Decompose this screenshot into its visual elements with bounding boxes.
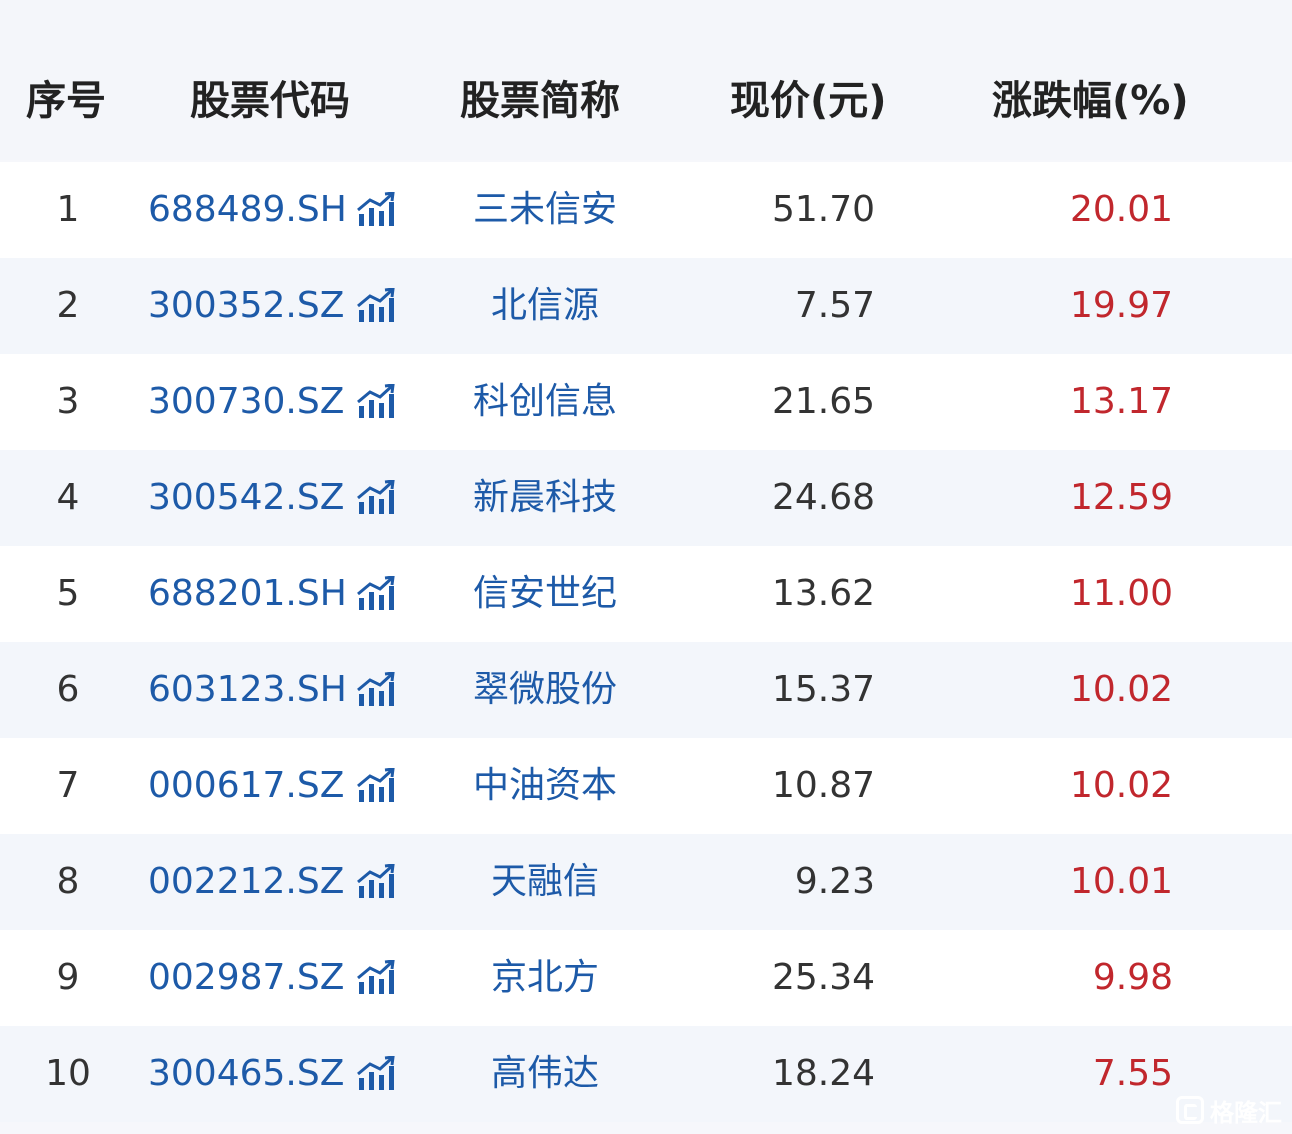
stock-name-link[interactable]: 新晨科技 xyxy=(440,450,650,546)
stock-code-link[interactable]: 300730.SZ xyxy=(148,354,348,450)
stock-change-pct: 13.17 xyxy=(1069,381,1173,422)
stock-chart-icon[interactable] xyxy=(356,162,404,258)
stock-name-link[interactable]: 科创信息 xyxy=(440,354,650,450)
row-index: 4 xyxy=(56,477,80,518)
stock-price: 15.37 xyxy=(771,669,875,710)
stock-change-pct: 7.55 xyxy=(1092,1053,1173,1094)
stock-code-link[interactable]: 002987.SZ xyxy=(148,930,348,1026)
table-row[interactable]: 10 300465.SZ 高伟达 18.24 7.55 xyxy=(0,1026,1292,1122)
row-index: 6 xyxy=(56,669,80,710)
row-index: 3 xyxy=(56,381,80,422)
stock-price: 7.57 xyxy=(794,285,875,326)
stock-code-link[interactable]: 300352.SZ xyxy=(148,258,348,354)
stock-price: 24.68 xyxy=(771,477,875,518)
table-row[interactable]: 3 300730.SZ 科创信息 21.65 13.17 xyxy=(0,354,1292,450)
stock-name-link[interactable]: 北信源 xyxy=(440,258,650,354)
stock-name-link[interactable]: 翠微股份 xyxy=(440,642,650,738)
row-index: 2 xyxy=(56,285,80,326)
stock-code-link[interactable]: 603123.SH xyxy=(148,642,348,738)
stock-price: 51.70 xyxy=(771,189,875,230)
stock-code-link[interactable]: 000617.SZ xyxy=(148,738,348,834)
stock-chart-icon[interactable] xyxy=(356,738,404,834)
watermark: 格隆汇 xyxy=(1176,1092,1282,1128)
stock-change-pct: 20.01 xyxy=(1069,189,1173,230)
stock-change-pct: 10.01 xyxy=(1069,861,1173,902)
header-stock-code: 股票代码 xyxy=(190,78,350,124)
watermark-text: 格隆汇 xyxy=(1210,1098,1282,1127)
table-header: 序号 股票代码 股票简称 现价(元) 涨跌幅(%) xyxy=(0,0,1292,160)
row-index: 9 xyxy=(56,957,80,998)
header-stock-name: 股票简称 xyxy=(460,78,620,124)
table-row[interactable]: 7 000617.SZ 中油资本 10.87 10.02 xyxy=(0,738,1292,834)
stock-code-link[interactable]: 300542.SZ xyxy=(148,450,348,546)
stock-code-link[interactable]: 688489.SH xyxy=(148,162,348,258)
stock-table: 序号 股票代码 股票简称 现价(元) 涨跌幅(%) 1 688489.SH 三未信安… xyxy=(0,0,1292,1122)
stock-name-link[interactable]: 高伟达 xyxy=(440,1026,650,1122)
stock-name-link[interactable]: 三未信安 xyxy=(440,162,650,258)
table-row[interactable]: 2 300352.SZ 北信源 7.57 19.97 xyxy=(0,258,1292,354)
gelonghui-logo-icon xyxy=(1176,1096,1204,1124)
stock-price: 21.65 xyxy=(771,381,875,422)
stock-change-pct: 10.02 xyxy=(1069,765,1173,806)
stock-name-link[interactable]: 天融信 xyxy=(440,834,650,930)
stock-chart-icon[interactable] xyxy=(356,834,404,930)
row-index: 10 xyxy=(45,1053,91,1094)
header-change-pct: 涨跌幅(%) xyxy=(992,78,1189,124)
stock-price: 10.87 xyxy=(771,765,875,806)
stock-chart-icon[interactable] xyxy=(356,354,404,450)
stock-name-link[interactable]: 京北方 xyxy=(440,930,650,1026)
stock-chart-icon[interactable] xyxy=(356,642,404,738)
stock-code-link[interactable]: 002212.SZ xyxy=(148,834,348,930)
header-index: 序号 xyxy=(26,78,106,124)
table-row[interactable]: 8 002212.SZ 天融信 9.23 10.01 xyxy=(0,834,1292,930)
stock-code-link[interactable]: 300465.SZ xyxy=(148,1026,348,1122)
header-price: 现价(元) xyxy=(730,78,887,124)
stock-chart-icon[interactable] xyxy=(356,546,404,642)
stock-price: 13.62 xyxy=(771,573,875,614)
stock-chart-icon[interactable] xyxy=(356,1026,404,1122)
stock-chart-icon[interactable] xyxy=(356,450,404,546)
stock-price: 9.23 xyxy=(794,861,875,902)
stock-price: 25.34 xyxy=(771,957,875,998)
stock-chart-icon[interactable] xyxy=(356,258,404,354)
stock-chart-icon[interactable] xyxy=(356,930,404,1026)
row-index: 5 xyxy=(56,573,80,614)
table-row[interactable]: 5 688201.SH 信安世纪 13.62 11.00 xyxy=(0,546,1292,642)
stock-change-pct: 10.02 xyxy=(1069,669,1173,710)
stock-change-pct: 11.00 xyxy=(1069,573,1173,614)
row-index: 8 xyxy=(56,861,80,902)
stock-change-pct: 12.59 xyxy=(1069,477,1173,518)
stock-change-pct: 9.98 xyxy=(1092,957,1173,998)
table-row[interactable]: 1 688489.SH 三未信安 51.70 20.01 xyxy=(0,162,1292,258)
table-row[interactable]: 6 603123.SH 翠微股份 15.37 10.02 xyxy=(0,642,1292,738)
stock-name-link[interactable]: 信安世纪 xyxy=(440,546,650,642)
table-row[interactable]: 4 300542.SZ 新晨科技 24.68 12.59 xyxy=(0,450,1292,546)
stock-name-link[interactable]: 中油资本 xyxy=(440,738,650,834)
row-index: 7 xyxy=(56,765,80,806)
stock-change-pct: 19.97 xyxy=(1069,285,1173,326)
stock-price: 18.24 xyxy=(771,1053,875,1094)
table-row[interactable]: 9 002987.SZ 京北方 25.34 9.98 xyxy=(0,930,1292,1026)
row-index: 1 xyxy=(56,189,80,230)
stock-code-link[interactable]: 688201.SH xyxy=(148,546,348,642)
